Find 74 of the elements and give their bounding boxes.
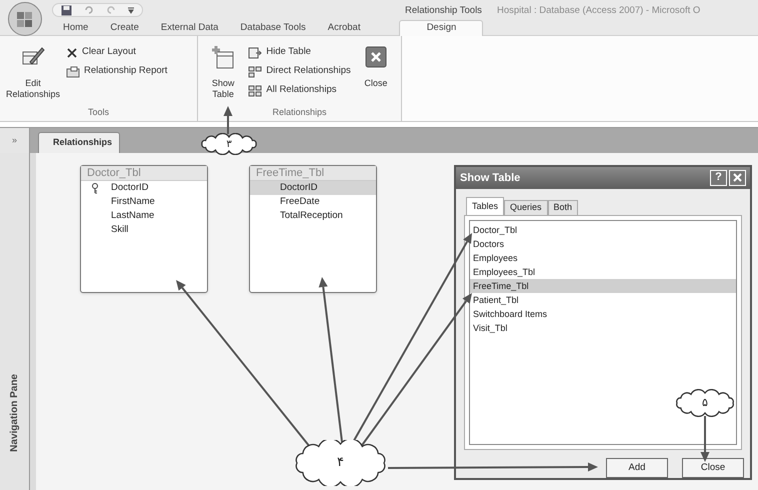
ribbon-tab[interactable]: External Data [150, 20, 230, 36]
dropdown-icon[interactable] [128, 6, 134, 14]
key-icon [91, 182, 99, 194]
list-item[interactable]: Patient_Tbl [470, 292, 736, 307]
table-box[interactable]: Doctor_Tbl DoctorID FirstName LastName Skill [80, 165, 208, 293]
ribbon-button[interactable]: Close [354, 40, 397, 106]
list-item[interactable]: Switchboard Items [470, 306, 736, 321]
ribbon-tab[interactable]: Create [99, 20, 150, 36]
callout-cloud [673, 389, 737, 417]
table-title: Doctor_Tbl [81, 166, 207, 181]
list-item[interactable]: Doctor_Tbl [470, 222, 736, 237]
ribbon-tab[interactable]: Home [52, 20, 100, 36]
save-icon[interactable] [61, 4, 72, 16]
contextual-tab-group: Relationship Tools [405, 4, 482, 18]
field-row[interactable]: DoctorID [250, 181, 376, 195]
close-icon [362, 44, 389, 70]
close-icon [733, 173, 742, 182]
field-row[interactable]: Skill [81, 223, 207, 237]
relationship-icon [248, 66, 262, 78]
cross-icon [66, 46, 78, 58]
dialog-button[interactable]: Close [682, 458, 744, 478]
hide-table-icon [248, 46, 262, 58]
office-logo-icon [15, 9, 35, 29]
field-row[interactable]: FreeDate [250, 195, 376, 209]
report-icon [66, 66, 80, 78]
navigation-pane[interactable]: Navigation Pane [0, 153, 30, 490]
annotation-arrow [224, 106, 232, 134]
field-row[interactable]: LastName [81, 209, 207, 223]
document-tab[interactable]: Relationships [38, 132, 120, 153]
dialog-tab[interactable]: Tables [466, 196, 504, 215]
field-row[interactable]: TotalReception [250, 209, 376, 223]
office-button[interactable] [8, 2, 42, 36]
field-name: DoctorID [111, 180, 148, 195]
ribbon-button[interactable]: Show Table [202, 40, 244, 106]
annotation-arrow [700, 416, 710, 462]
field-name: TotalReception [280, 208, 343, 223]
ribbon-button[interactable]: Edit Relationships [4, 40, 62, 106]
field-name: FirstName [111, 194, 155, 209]
table-title: FreeTime_Tbl [250, 166, 376, 181]
close-button[interactable] [729, 170, 746, 186]
dialog-title-bar: Show Table ? [456, 167, 750, 189]
list-item[interactable]: Employees [470, 250, 736, 265]
dialog-tab[interactable]: Queries [504, 200, 548, 215]
ribbon-button[interactable]: Hide Table [248, 44, 351, 61]
dialog-button[interactable]: Add [606, 458, 668, 478]
field-row[interactable]: DoctorID [81, 181, 207, 195]
nav-pane-toggle[interactable]: » [0, 128, 30, 153]
ribbon-button[interactable]: Relationship Report [66, 63, 168, 80]
group-label: Tools [88, 106, 109, 118]
window-title: Hospital : Database (Access 2007) - Microsoft O [497, 4, 700, 18]
callout-number: ۵ [702, 394, 708, 411]
list-item[interactable]: Visit_Tbl [470, 320, 736, 335]
field-name: FreeDate [280, 194, 320, 209]
ribbon-button[interactable]: Direct Relationships [248, 63, 351, 80]
ribbon-tab[interactable]: Acrobat [316, 20, 372, 36]
field-name: DoctorID [280, 180, 318, 195]
list-item[interactable]: FreeTime_Tbl [470, 278, 736, 293]
list-item[interactable]: Doctors [470, 236, 736, 251]
ribbon-tab[interactable]: Database Tools [229, 20, 317, 36]
dialog-tab[interactable]: Both [548, 200, 578, 215]
group-label: Relationships [272, 106, 327, 119]
table-box[interactable]: FreeTime_Tbl DoctorID FreeDate TotalReception [249, 165, 377, 293]
list-item[interactable]: Employees_Tbl [470, 264, 736, 279]
field-name: Skill [111, 222, 128, 237]
help-button[interactable]: ? [710, 170, 727, 186]
callout-number: ۳ [226, 138, 232, 152]
add-table-icon [210, 44, 236, 70]
field-name: LastName [111, 208, 154, 223]
callout-number: ۴ [337, 454, 344, 472]
ribbon-tab[interactable]: Design [399, 20, 484, 36]
relationships-icon [248, 84, 262, 96]
ribbon-button[interactable]: Clear Layout [66, 44, 168, 61]
field-row[interactable]: FirstName [81, 195, 207, 209]
ribbon-button[interactable]: All Relationships [248, 82, 351, 99]
